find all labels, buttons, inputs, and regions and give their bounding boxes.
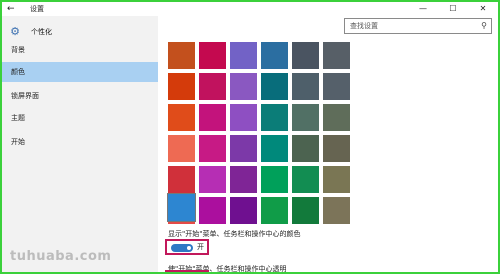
color-swatch[interactable] (199, 166, 226, 193)
title-bar: ← 设置 — ☐ ✕ (2, 2, 498, 16)
search-icon[interactable]: ⚲ (481, 19, 487, 33)
transparency-setting-label: 使"开始"菜单、任务栏和操作中心透明 (168, 265, 287, 273)
sidebar-item-background[interactable]: 背景 (2, 40, 158, 60)
color-swatch[interactable] (323, 104, 350, 131)
sidebar-item-start[interactable]: 开始 (2, 132, 158, 152)
close-button[interactable]: ✕ (468, 2, 498, 16)
gear-icon: ⚙ (10, 25, 20, 38)
accent-toggle[interactable] (171, 244, 193, 252)
color-swatch[interactable] (230, 197, 257, 224)
color-swatch[interactable] (230, 73, 257, 100)
color-swatch[interactable] (168, 104, 195, 131)
main-content: 查找设置 ⚲ 显示"开始"菜单、任务栏和操作中心的颜色 开 使"开始"菜单、任务… (158, 16, 498, 272)
color-swatch[interactable] (230, 166, 257, 193)
sidebar-item-lock-screen[interactable]: 锁屏界面 (2, 86, 158, 106)
maximize-button[interactable]: ☐ (438, 2, 468, 16)
color-swatch[interactable] (292, 197, 319, 224)
settings-window: ← 设置 — ☐ ✕ ⚙ 个性化 背景 颜色 锁屏界面 主题 开始 查找设置 ⚲… (0, 0, 500, 274)
sidebar-header: ⚙ 个性化 (9, 25, 52, 39)
color-swatch[interactable] (261, 73, 288, 100)
color-swatch[interactable] (199, 135, 226, 162)
color-swatch[interactable] (230, 104, 257, 131)
color-swatch[interactable] (199, 197, 226, 224)
color-swatch[interactable] (230, 42, 257, 69)
color-swatch[interactable] (323, 135, 350, 162)
toggle-knob (187, 246, 191, 250)
minimize-button[interactable]: — (408, 2, 438, 16)
selected-color-swatch[interactable] (167, 193, 196, 222)
color-swatch[interactable] (168, 166, 195, 193)
watermark-text: tuhuaba.com (10, 249, 112, 264)
color-swatch[interactable] (261, 166, 288, 193)
color-swatch[interactable] (168, 135, 195, 162)
transparency-toggle-highlight (165, 270, 209, 272)
accent-toggle-highlight: 开 (165, 239, 209, 255)
color-swatch[interactable] (292, 104, 319, 131)
color-swatch[interactable] (261, 42, 288, 69)
color-swatch[interactable] (292, 135, 319, 162)
color-swatch[interactable] (323, 197, 350, 224)
sidebar-title: 个性化 (31, 28, 52, 36)
color-swatch[interactable] (323, 42, 350, 69)
accent-setting-label: 显示"开始"菜单、任务栏和操作中心的颜色 (168, 230, 301, 238)
color-swatch[interactable] (199, 42, 226, 69)
color-swatch[interactable] (261, 104, 288, 131)
color-swatch[interactable] (323, 73, 350, 100)
search-placeholder: 查找设置 (350, 22, 378, 30)
color-swatch[interactable] (168, 42, 195, 69)
sidebar-item-themes[interactable]: 主题 (2, 108, 158, 128)
search-input[interactable]: 查找设置 ⚲ (344, 18, 492, 34)
color-swatch[interactable] (292, 73, 319, 100)
color-swatch[interactable] (168, 73, 195, 100)
color-swatch[interactable] (261, 135, 288, 162)
color-swatch[interactable] (323, 166, 350, 193)
sidebar: ⚙ 个性化 背景 颜色 锁屏界面 主题 开始 (2, 16, 158, 272)
color-swatch[interactable] (292, 166, 319, 193)
sidebar-item-colors[interactable]: 颜色 (2, 62, 158, 82)
window-title: 设置 (30, 5, 44, 13)
accent-toggle-state: 开 (197, 243, 204, 251)
color-swatch[interactable] (261, 197, 288, 224)
color-swatch[interactable] (230, 135, 257, 162)
color-swatch[interactable] (199, 73, 226, 100)
color-swatch[interactable] (292, 42, 319, 69)
back-arrow-icon[interactable]: ← (7, 3, 15, 15)
color-swatch[interactable] (199, 104, 226, 131)
